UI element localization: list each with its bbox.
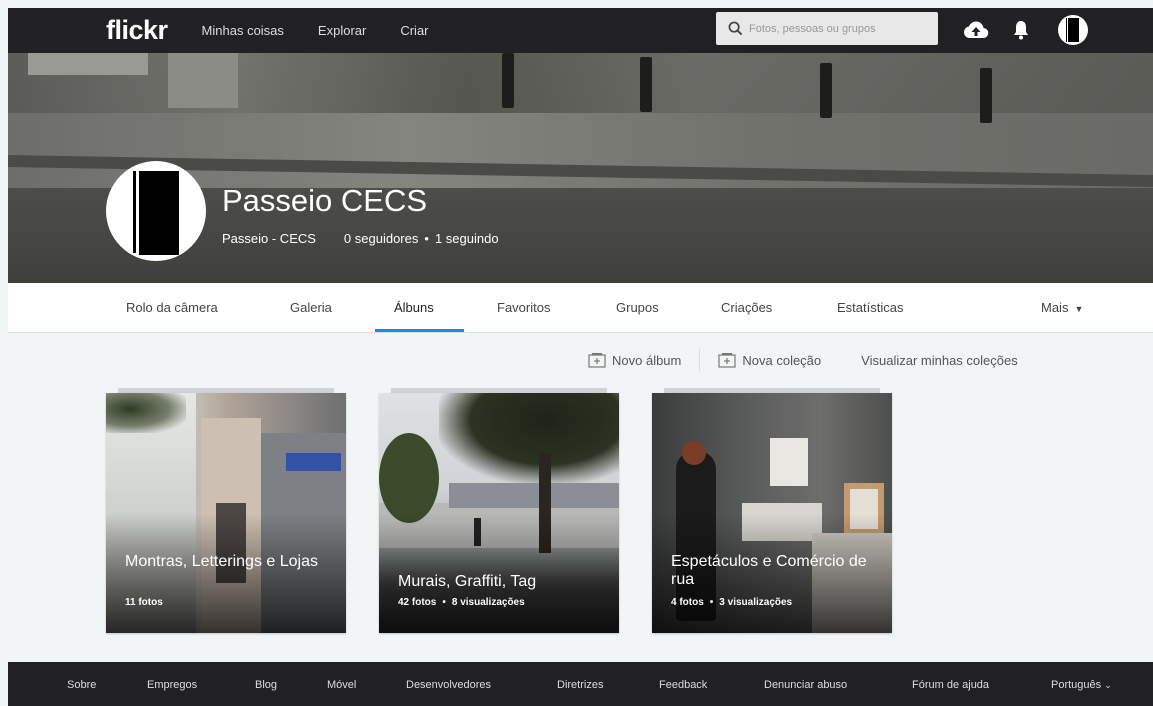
language-selector[interactable]: Português ⌄ <box>1051 679 1112 691</box>
album-photo-count: 11 fotos <box>125 597 163 608</box>
caret-down-icon: ▼ <box>1074 304 1084 314</box>
more-menu-label: Mais <box>1041 300 1069 315</box>
footer: Sobre Empregos Blog Móvel Desenvolvedore… <box>8 662 1153 706</box>
tab-albuns[interactable]: Álbuns <box>394 300 434 315</box>
profile-meta: Passeio - CECS 0 seguidores • 1 seguindo <box>222 231 499 246</box>
album-photo-count: 4 fotos <box>671 597 704 608</box>
new-collection-icon <box>718 353 736 368</box>
footer-link-desenvolvedores[interactable]: Desenvolvedores <box>406 679 491 691</box>
active-tab-indicator <box>375 329 464 332</box>
notification-bell-icon[interactable] <box>1013 20 1029 40</box>
tab-galeria[interactable]: Galeria <box>290 300 332 315</box>
album-title: Murais, Graffiti, Tag <box>398 573 537 590</box>
nav-explorar[interactable]: Explorar <box>318 23 366 38</box>
footer-link-forum-de-ajuda[interactable]: Fórum de ajuda <box>912 679 989 691</box>
new-album-label: Novo álbum <box>612 352 682 368</box>
footer-link-diretrizes[interactable]: Diretrizes <box>557 679 603 691</box>
following-count[interactable]: 1 seguindo <box>435 231 499 246</box>
flickr-logo[interactable]: flickr <box>106 15 168 46</box>
tab-favoritos[interactable]: Favoritos <box>497 300 550 315</box>
album-actions: Novo álbum Nova coleção Visualizar minha… <box>588 348 1018 372</box>
followers-count[interactable]: 0 seguidores <box>344 231 418 246</box>
search-input[interactable] <box>749 22 929 35</box>
new-album-button[interactable]: Novo álbum <box>588 352 681 368</box>
profile-subnav: Rolo da câmera Galeria Álbuns Favoritos … <box>8 283 1153 333</box>
album-card-montras[interactable]: Montras, Letterings e Lojas 11 fotos <box>106 393 346 633</box>
more-menu[interactable]: Mais ▼ <box>1041 300 1083 315</box>
footer-link-blog[interactable]: Blog <box>255 679 277 691</box>
nav-minhas-coisas[interactable]: Minhas coisas <box>202 23 284 38</box>
profile-name: Passeio CECS <box>222 183 428 218</box>
footer-link-empregos[interactable]: Empregos <box>147 679 197 691</box>
new-collection-button[interactable]: Nova coleção <box>718 352 821 368</box>
tab-rolo-da-camera[interactable]: Rolo da câmera <box>126 300 218 315</box>
new-collection-label: Nova coleção <box>742 352 822 368</box>
cover-photo: Passeio CECS Passeio - CECS 0 seguidores… <box>8 53 1153 283</box>
new-album-icon <box>588 353 606 368</box>
language-label: Português <box>1051 679 1102 691</box>
upload-cloud-icon[interactable] <box>963 20 989 40</box>
album-title: Espetáculos e Comércio de rua <box>671 553 867 588</box>
search-box[interactable] <box>716 12 938 45</box>
footer-link-sobre[interactable]: Sobre <box>67 679 96 691</box>
album-meta: 4 fotos • 3 visualizações <box>671 597 793 608</box>
user-avatar[interactable] <box>1058 15 1088 45</box>
footer-link-movel[interactable]: Móvel <box>327 679 356 691</box>
profile-avatar[interactable] <box>106 161 206 261</box>
tab-criacoes[interactable]: Criações <box>721 300 772 315</box>
search-icon <box>728 21 743 36</box>
footer-link-feedback[interactable]: Feedback <box>659 679 707 691</box>
album-meta: 42 fotos • 8 visualizações <box>398 597 525 608</box>
footer-link-denunciar-abuso[interactable]: Denunciar abuso <box>764 679 847 691</box>
album-card-espetaculos[interactable]: Espetáculos e Comércio de rua 4 fotos • 3 … <box>652 393 892 633</box>
profile-username: Passeio - CECS <box>222 231 316 246</box>
tab-grupos[interactable]: Grupos <box>616 300 659 315</box>
view-collections-link[interactable]: Visualizar minhas coleções <box>861 353 1018 368</box>
tab-estatisticas[interactable]: Estatísticas <box>837 300 903 315</box>
nav-criar[interactable]: Criar <box>400 23 428 38</box>
album-title: Montras, Letterings e Lojas <box>125 553 318 570</box>
album-photo-count: 42 fotos <box>398 597 437 608</box>
album-view-count: 8 visualizações <box>451 597 525 608</box>
top-navigation-bar: flickr Minhas coisas Explorar Criar <box>8 8 1153 53</box>
actions-divider <box>699 348 701 372</box>
chevron-down-icon: ⌄ <box>1104 680 1112 690</box>
album-view-count: 3 visualizações <box>719 597 793 608</box>
album-meta: 11 fotos <box>125 597 163 608</box>
album-card-murais[interactable]: Murais, Graffiti, Tag 42 fotos • 8 visuali… <box>379 393 619 633</box>
